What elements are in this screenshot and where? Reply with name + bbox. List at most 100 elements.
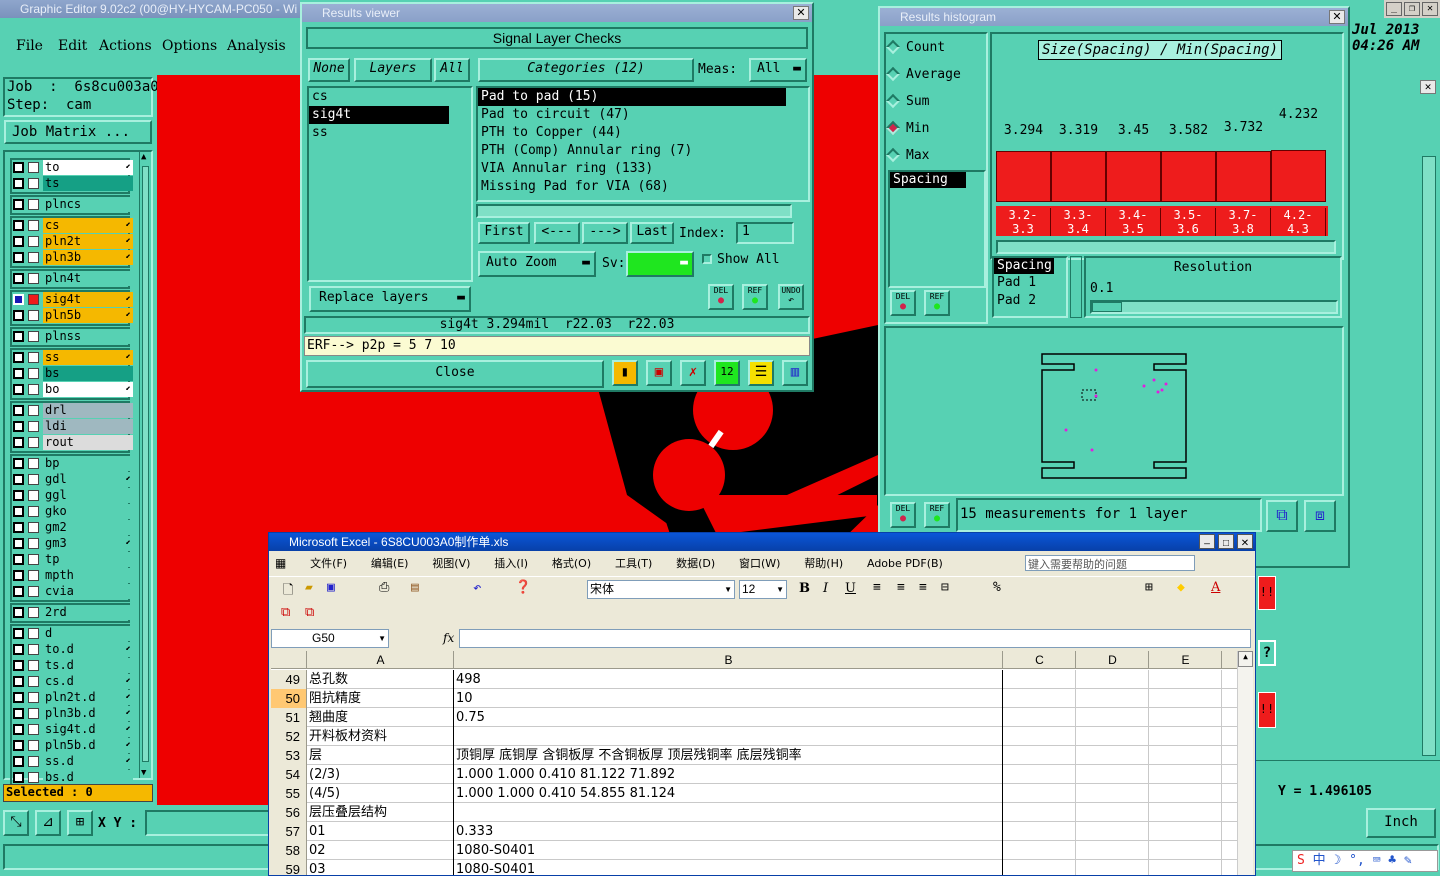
layer-checkbox[interactable] <box>13 368 24 379</box>
layer-row-to[interactable]: to ⬋ <box>11 160 133 175</box>
font-size-select[interactable]: 12 ▼ <box>739 580 787 599</box>
layer-row-ggl[interactable]: ggl <box>11 488 133 503</box>
layer-row-mpth[interactable]: mpth <box>11 568 133 583</box>
histogram-bar[interactable] <box>1216 151 1271 202</box>
layer-row-rout[interactable]: rout <box>11 435 133 450</box>
restore-button[interactable]: ❐ <box>1404 2 1420 16</box>
excel-menu-file[interactable]: 文件(F) <box>310 557 347 570</box>
cell-empty[interactable] <box>1150 670 1222 689</box>
layer-checkbox[interactable] <box>13 273 24 284</box>
cell-a[interactable]: 层压叠层结构 <box>308 803 454 822</box>
cell-b[interactable]: 0.75 <box>455 708 1003 727</box>
layer-affected-toggle[interactable] <box>28 421 39 432</box>
menu-options[interactable]: Options <box>162 38 217 54</box>
sheet-vscroll[interactable]: ▲ <box>1237 651 1253 875</box>
layer-checkbox[interactable] <box>13 162 24 173</box>
right-panel-close-icon[interactable]: ✕ <box>1420 80 1436 94</box>
zoom-box-icon[interactable]: ⤡ <box>3 810 29 836</box>
layer-row-d[interactable]: d <box>11 626 133 641</box>
open-icon[interactable]: ▰ <box>305 580 313 595</box>
sort-list[interactable]: Spacing Pad 1 Pad 2 <box>992 256 1068 318</box>
rv-layer-item[interactable]: ss <box>309 124 449 142</box>
layer-affected-toggle[interactable] <box>28 405 39 416</box>
histogram-close-icon[interactable]: ✕ <box>1329 10 1345 24</box>
layer-affected-toggle[interactable] <box>28 628 39 639</box>
cell-empty[interactable] <box>1004 689 1076 708</box>
percent-icon[interactable]: % <box>993 580 1001 595</box>
layer-affected-toggle[interactable] <box>28 252 39 263</box>
layer-checkbox[interactable] <box>13 740 24 751</box>
layer-row-bs[interactable]: bs <box>11 366 133 381</box>
layer-checkbox[interactable] <box>13 437 24 448</box>
row-number[interactable]: 58 <box>271 841 307 860</box>
layer-affected-toggle[interactable] <box>28 162 39 173</box>
layer-row-cs-d[interactable]: cs.d ⬋ <box>11 674 133 689</box>
layer-row-tp[interactable]: tp <box>11 552 133 567</box>
layer-checkbox[interactable] <box>13 756 24 767</box>
cell-empty[interactable] <box>1077 689 1149 708</box>
excel-min-button[interactable]: _ <box>1199 534 1215 549</box>
measure-icon[interactable]: ⊿ <box>35 810 61 836</box>
layer-checkbox[interactable] <box>13 294 24 305</box>
layer-row-bo[interactable]: bo ⬋ <box>11 382 133 397</box>
cell-empty[interactable] <box>1004 746 1076 765</box>
cell-empty[interactable] <box>1004 841 1076 860</box>
layer-row-bs-d[interactable]: bs.d <box>11 770 133 785</box>
pdf-convert-icon[interactable]: ⧉ <box>281 605 290 620</box>
table-row[interactable]: 53 层顶铜厚 底铜厚 含铜板厚 不含铜板厚 顶层残铜率 底层残铜率 <box>271 746 1253 765</box>
row-number[interactable]: 55 <box>271 784 307 803</box>
help-marker[interactable]: ? <box>1258 640 1276 666</box>
table-row[interactable]: 54 (2/3) 1.000 1.000 0.410 81.122 71.892 <box>271 765 1253 784</box>
layer-row-2rd[interactable]: 2rd <box>11 605 133 620</box>
ime-moon-icon[interactable]: ☽ <box>1334 853 1342 868</box>
rv-tool-icon-2[interactable]: ▣ <box>646 360 672 386</box>
cell-empty[interactable] <box>1004 708 1076 727</box>
histogram-bar[interactable] <box>1051 151 1106 202</box>
cell-empty[interactable] <box>1150 708 1222 727</box>
row-number[interactable]: 59 <box>271 860 307 875</box>
table-row[interactable]: 56 层压叠层结构 <box>271 803 1253 822</box>
rv-histogram-icon[interactable]: ▥ <box>782 360 808 386</box>
layer-checkbox[interactable] <box>13 236 24 247</box>
cell-b[interactable]: 顶铜厚 底铜厚 含铜板厚 不含铜板厚 顶层残铜率 底层残铜率 <box>455 746 1003 765</box>
last-button[interactable]: Last <box>630 222 674 244</box>
col-header-d[interactable]: D <box>1077 651 1149 669</box>
layer-checkbox[interactable] <box>13 199 24 210</box>
pdf-mail-icon[interactable]: ⧉ <box>305 605 314 620</box>
table-row[interactable]: 50 阻抗精度 10 <box>271 689 1253 708</box>
cell-empty[interactable] <box>1150 803 1222 822</box>
ime-punct-icon[interactable]: °, <box>1349 853 1365 868</box>
layer-affected-toggle[interactable] <box>28 220 39 231</box>
cell-a[interactable]: 阻抗精度 <box>308 689 454 708</box>
cell-empty[interactable] <box>1150 841 1222 860</box>
layer-affected-toggle[interactable] <box>28 294 39 305</box>
sheet-grid[interactable]: A B C D E 49 总孔数 498 50 阻抗精度 10 51 翘曲度 0.75 52 开料板… <box>271 651 1253 875</box>
layer-checkbox[interactable] <box>13 331 24 342</box>
layer-checkbox[interactable] <box>13 384 24 395</box>
layer-row-sig4t[interactable]: sig4t ⬋ <box>11 292 133 307</box>
layer-row-cvia[interactable]: cvia <box>11 584 133 599</box>
rv-ref-icon[interactable]: REF ● <box>742 284 768 310</box>
cell-a[interactable]: (4/5) <box>308 784 454 803</box>
table-row[interactable]: 59 03 1080-S0401 <box>271 860 1253 875</box>
layer-checkbox[interactable] <box>13 570 24 581</box>
show-all-checkbox[interactable] <box>702 254 712 264</box>
stat-sum[interactable]: Sum <box>885 93 929 109</box>
layer-affected-toggle[interactable] <box>28 772 39 783</box>
histogram-bar[interactable] <box>1106 151 1161 202</box>
rv-category-item[interactable]: Pad to pad (15) <box>478 88 786 106</box>
row-number[interactable]: 52 <box>271 727 307 746</box>
table-row[interactable]: 55 (4/5) 1.000 1.000 0.410 54.855 81.124 <box>271 784 1253 803</box>
rv-undo-icon[interactable]: UNDO ↶ <box>778 284 804 310</box>
help-icon[interactable]: ❓ <box>515 580 531 595</box>
rv-layer-item[interactable]: cs <box>309 88 449 106</box>
table-row[interactable]: 49 总孔数 498 <box>271 670 1253 689</box>
next-button[interactable]: ---> <box>582 222 628 244</box>
rv-category-item[interactable]: PTH to Copper (44) <box>478 124 786 142</box>
layer-list-scrollbar[interactable]: ▲ ▼ <box>139 152 151 778</box>
excel-max-button[interactable]: □ <box>1218 534 1234 549</box>
layer-checkbox[interactable] <box>13 772 24 783</box>
histogram-bar[interactable] <box>996 151 1051 202</box>
undo-icon[interactable]: ↶ <box>473 580 481 596</box>
excel-menu-edit[interactable]: 编辑(E) <box>371 557 409 570</box>
